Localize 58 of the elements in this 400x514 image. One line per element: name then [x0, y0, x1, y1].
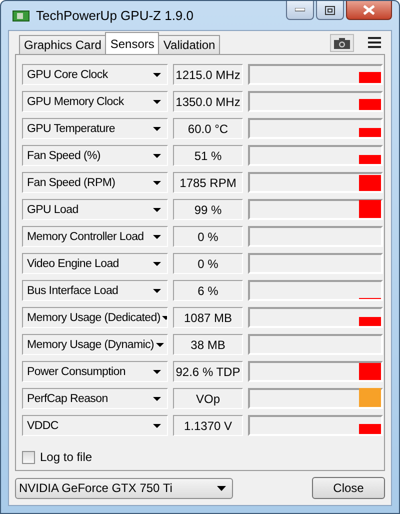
caret-icon — [153, 126, 161, 130]
sensor-value: 0 % — [173, 226, 243, 247]
sensor-value: 1215.0 MHz — [173, 64, 243, 85]
sensor-dropdown[interactable]: GPU Memory Clock — [22, 91, 168, 112]
gpu-dropdown[interactable]: NVIDIA GeForce GTX 750 Ti — [15, 478, 233, 498]
tab[interactable]: Sensors — [105, 32, 160, 54]
caret-icon — [153, 424, 161, 428]
sensor-dropdown[interactable]: Video Engine Load — [22, 253, 168, 274]
sensor-value: 1785 RPM — [173, 172, 243, 193]
graphics-card-icon — [12, 8, 30, 22]
caret-icon — [217, 486, 226, 490]
sensor-dropdown[interactable]: Power Consumption — [22, 361, 168, 382]
sensor-value: 60.0 °C — [173, 118, 243, 139]
caret-icon — [153, 234, 161, 238]
tab[interactable]: Graphics Card — [19, 35, 106, 54]
caret-icon — [153, 154, 161, 158]
minimize-button[interactable] — [286, 1, 314, 20]
sensor-value: 0 % — [173, 253, 243, 274]
caret-icon — [153, 180, 161, 184]
caret-icon — [153, 396, 161, 400]
sensor-value: VOp — [173, 388, 243, 409]
sensor-value: 6 % — [173, 280, 243, 301]
close-dialog-button[interactable]: Close — [312, 477, 385, 499]
tab[interactable]: Validation — [158, 35, 220, 54]
caret-icon — [153, 208, 161, 212]
minimize-icon — [295, 8, 305, 12]
sensor-dropdown[interactable]: VDDC — [22, 415, 168, 436]
sensor-dropdown[interactable]: Fan Speed (RPM) — [22, 172, 168, 193]
sensor-dropdown[interactable]: GPU Core Clock — [22, 64, 168, 85]
caret-icon — [153, 100, 161, 104]
sensor-dropdown[interactable]: PerfCap Reason — [22, 388, 168, 409]
sensor-value: 1087 MB — [173, 307, 243, 328]
sensor-dropdown[interactable]: Memory Usage (Dynamic) — [22, 334, 168, 355]
caret-icon — [153, 262, 161, 266]
sensor-value: 92.6 % TDP — [173, 361, 243, 382]
sensor-value: 1350.0 MHz — [173, 91, 243, 112]
caret-icon — [153, 288, 161, 292]
sensor-value: 38 MB — [173, 334, 243, 355]
maximize-button[interactable] — [316, 1, 344, 20]
log-checkbox[interactable] — [22, 450, 35, 464]
sensor-dropdown[interactable]: GPU Temperature — [22, 118, 168, 139]
close-icon — [363, 5, 375, 15]
sensor-dropdown[interactable]: Fan Speed (%) — [22, 145, 168, 166]
sensor-dropdown[interactable]: Memory Usage (Dedicated) — [22, 307, 168, 328]
caret-icon — [153, 370, 161, 374]
sensor-value: 1.1370 V — [173, 415, 243, 436]
sensor-dropdown[interactable]: GPU Load — [22, 199, 168, 220]
sensor-dropdown[interactable]: Memory Controller Load — [22, 226, 168, 247]
maximize-icon — [325, 6, 335, 14]
caret-icon — [156, 342, 164, 346]
sensor-value: 99 % — [173, 199, 243, 220]
close-button[interactable] — [346, 1, 392, 20]
window-title: TechPowerUp GPU-Z 1.9.0 — [36, 8, 195, 23]
checkbox-label: Log to file — [40, 450, 92, 464]
sensor-dropdown[interactable]: Bus Interface Load — [22, 280, 168, 301]
sensor-value: 51 % — [173, 145, 243, 166]
camera-icon[interactable] — [330, 34, 354, 52]
caret-icon — [153, 72, 161, 76]
